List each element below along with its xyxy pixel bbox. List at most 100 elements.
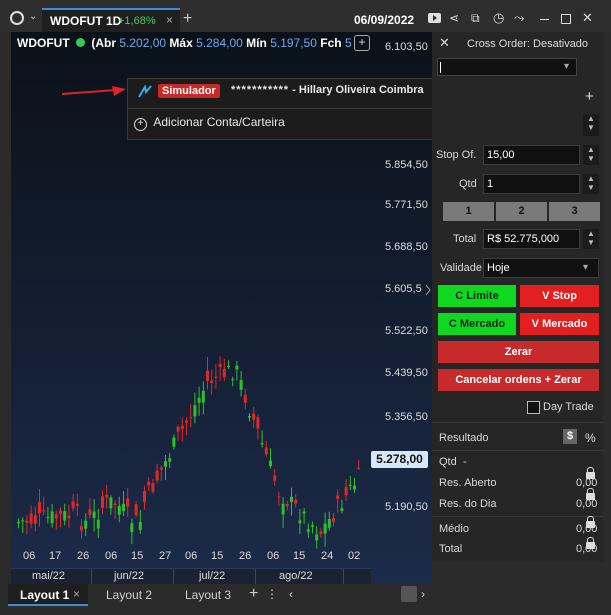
scroll-right-icon[interactable]: › xyxy=(421,587,425,605)
layout-menu-button[interactable]: ⋮ xyxy=(266,587,278,605)
day-trade-checkbox[interactable] xyxy=(527,401,540,414)
side-strip xyxy=(603,32,611,584)
broker-logo-icon xyxy=(138,84,152,98)
candle-body xyxy=(214,376,218,379)
lock-icon[interactable] xyxy=(586,467,595,479)
layout-tab-1[interactable]: Layout 1 × xyxy=(8,584,88,606)
sell-stop-button[interactable]: V Stop xyxy=(520,285,599,307)
add-account-row[interactable]: + Adicionar Conta/Carteira xyxy=(134,115,285,131)
candle-body xyxy=(101,496,104,508)
candle-body xyxy=(151,483,155,492)
qtd-input[interactable]: 1 xyxy=(483,174,580,194)
lock-icon[interactable] xyxy=(586,488,595,500)
lock-icon[interactable] xyxy=(586,516,595,528)
x-tick: 06 xyxy=(267,550,280,562)
scroll-stepper[interactable]: ▲ ▼ xyxy=(583,114,599,136)
total-stepper[interactable]: ▲ ▼ xyxy=(583,229,599,249)
account-select[interactable]: ▾ xyxy=(437,58,577,76)
candle-body xyxy=(80,526,83,531)
x-tick: 15 xyxy=(131,550,144,562)
candle-body xyxy=(353,485,356,490)
candle-body xyxy=(306,529,310,532)
candle-body xyxy=(227,366,230,368)
scroll-thumb[interactable] xyxy=(401,586,417,602)
validade-select[interactable]: Hoje ▾ xyxy=(483,258,599,278)
tab-close-button[interactable]: × xyxy=(166,13,173,27)
lock-icon[interactable] xyxy=(586,537,595,549)
share-icon[interactable]: ⋖ xyxy=(449,11,459,25)
candle-body xyxy=(109,497,113,509)
plus-circle-icon: + xyxy=(134,118,147,131)
y-tick: 5.688,50 xyxy=(385,241,428,253)
maximize-icon[interactable] xyxy=(561,14,571,24)
candle-body xyxy=(256,417,260,429)
total-input[interactable]: R$ 52.775,000 xyxy=(483,229,580,249)
play-icon[interactable] xyxy=(428,13,441,23)
month-row: mai/22 jun/22 jul/22 ago/22 xyxy=(11,568,371,584)
qty-preset-3-button[interactable]: 3 xyxy=(549,202,600,221)
detach-icon[interactable]: ⧉ xyxy=(471,11,480,26)
candle-body xyxy=(96,519,100,529)
candle-body xyxy=(84,520,88,529)
candle-body xyxy=(277,496,281,498)
candle-body xyxy=(113,503,117,505)
y-tick: 5.356,50 xyxy=(385,411,428,423)
live-dot-icon xyxy=(76,38,85,47)
layout-tab-3[interactable]: Layout 3 xyxy=(185,588,231,606)
order-panel: ✕ Cross Order: Desativado ▾ + ▲ ▼ Stop Of… xyxy=(432,32,603,562)
ticker-name: WDOFUT xyxy=(17,36,70,50)
candle-body xyxy=(348,484,352,486)
add-indicator-button[interactable]: + xyxy=(354,35,370,51)
qty-preset-1-button[interactable]: 1 xyxy=(443,202,494,221)
candle-body xyxy=(71,501,75,509)
x-tick: 15 xyxy=(293,550,306,562)
candle-body xyxy=(243,394,247,403)
result-qtd-label: Qtd xyxy=(439,456,457,468)
x-axis: 06 17 26 06 15 27 06 15 26 06 15 24 02 mai/22 jun/22… xyxy=(11,548,371,584)
candle-body xyxy=(75,503,79,506)
clock-icon[interactable] xyxy=(10,11,24,25)
close-icon[interactable]: ✕ xyxy=(582,10,593,26)
alarm-icon[interactable]: ◷ xyxy=(493,10,504,26)
qtd-label: Qtd xyxy=(459,178,477,190)
add-tab-button[interactable]: + xyxy=(183,10,192,28)
chart-tab[interactable]: WDOFUT 1D +1,68% × xyxy=(42,8,180,32)
zerar-button[interactable]: Zerar xyxy=(438,341,599,363)
trend-icon[interactable]: ⤳ xyxy=(514,10,524,26)
minimize-icon[interactable] xyxy=(540,19,549,20)
buy-limit-button[interactable]: C Limite xyxy=(438,285,516,307)
qty-preset-2-button[interactable]: 2 xyxy=(496,202,547,221)
sell-market-button[interactable]: V Mercado xyxy=(520,313,599,335)
account-row[interactable]: *********** - Hillary Oliveira Coimbra xyxy=(231,84,424,96)
cancel-orders-zerar-button[interactable]: Cancelar ordens + Zerar xyxy=(438,369,599,391)
stop-offset-input[interactable]: 15,00 xyxy=(483,145,580,165)
currency-toggle[interactable]: $ xyxy=(563,429,577,444)
account-mask: *********** xyxy=(231,84,290,96)
percent-toggle[interactable]: % xyxy=(585,431,596,445)
candle-body xyxy=(59,510,62,515)
candle-body xyxy=(105,494,109,498)
candle-body xyxy=(269,460,272,467)
month-label: jun/22 xyxy=(114,570,144,582)
candle-body xyxy=(311,525,314,527)
candle-body xyxy=(210,380,214,384)
chevron-down-icon[interactable]: ⌄ xyxy=(29,11,37,22)
cross-tools-icon[interactable]: ✕ xyxy=(439,35,450,51)
add-layout-button[interactable]: + xyxy=(249,585,258,603)
stop-stepper[interactable]: ▲ ▼ xyxy=(583,145,599,165)
candle-body xyxy=(201,390,205,403)
layout-tab-2[interactable]: Layout 2 xyxy=(106,588,152,606)
qtd-stepper[interactable]: ▲ ▼ xyxy=(583,174,599,194)
x-tick: 06 xyxy=(23,550,36,562)
account-owner: - Hillary Oliveira Coimbra xyxy=(292,84,424,96)
layout-1-close[interactable]: × xyxy=(73,587,80,601)
scroll-left-icon[interactable]: ‹ xyxy=(289,587,293,605)
buy-market-button[interactable]: C Mercado xyxy=(438,313,516,335)
candle-body xyxy=(63,511,67,521)
min-label: Mín xyxy=(246,36,267,50)
candle-body xyxy=(21,520,25,522)
cross-order-label: Cross Order: Desativado xyxy=(467,38,589,50)
candle-body xyxy=(235,365,239,370)
add-account-button[interactable]: + xyxy=(585,88,594,105)
candle-body xyxy=(332,518,335,522)
